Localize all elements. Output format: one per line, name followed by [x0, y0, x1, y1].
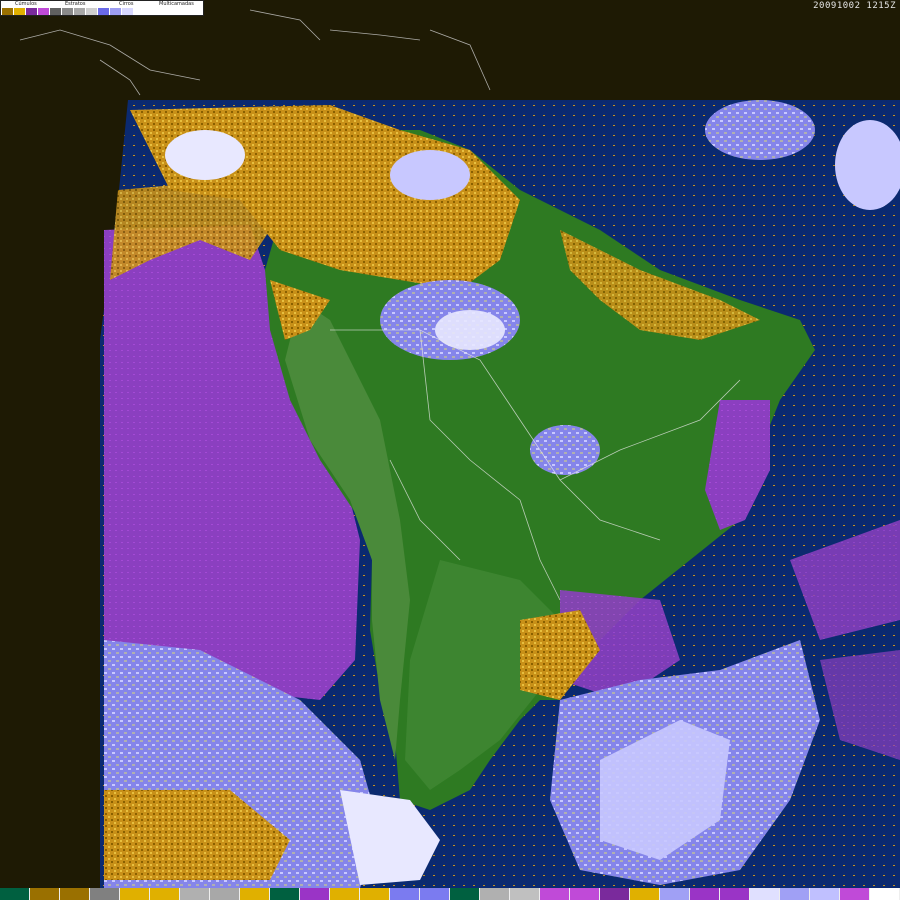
- scale-swatch: [750, 888, 780, 900]
- legend-swatch: [2, 8, 14, 15]
- legend-swatch: [26, 8, 38, 15]
- legend-swatches: [2, 8, 146, 15]
- scale-swatch: [720, 888, 750, 900]
- satellite-map: [0, 0, 900, 900]
- legend-swatch: [14, 8, 26, 15]
- multilayer-caribbean: [165, 130, 245, 180]
- legend-swatch: [62, 8, 74, 15]
- legend-label-cumulus: Cúmulos: [15, 1, 37, 7]
- scale-swatch: [270, 888, 300, 900]
- legend-swatch: [50, 8, 62, 15]
- scale-swatch: [870, 888, 900, 900]
- scale-swatch: [300, 888, 330, 900]
- scale-swatch: [150, 888, 180, 900]
- multilayer-atlantic-north: [705, 100, 815, 160]
- scale-swatch: [480, 888, 510, 900]
- scale-swatch: [570, 888, 600, 900]
- scale-swatch: [510, 888, 540, 900]
- scale-swatch: [840, 888, 870, 900]
- scale-swatch: [600, 888, 630, 900]
- scale-swatch: [30, 888, 60, 900]
- scale-swatch: [240, 888, 270, 900]
- legend-label-stratus: Estratos: [65, 1, 86, 7]
- scale-swatch: [180, 888, 210, 900]
- color-scale-bar: [0, 888, 900, 900]
- scale-swatch: [120, 888, 150, 900]
- scale-swatch: [360, 888, 390, 900]
- legend-swatch: [122, 8, 134, 15]
- scale-swatch: [60, 888, 90, 900]
- legend-swatch: [74, 8, 86, 15]
- scale-swatch: [540, 888, 570, 900]
- legend-swatch: [134, 8, 146, 15]
- scale-swatch: [210, 888, 240, 900]
- legend-label-cirrus: Cirros: [119, 1, 134, 7]
- scale-swatch: [690, 888, 720, 900]
- legend-swatch: [110, 8, 122, 15]
- scale-swatch: [660, 888, 690, 900]
- multilayer-guianas: [390, 150, 470, 200]
- scale-swatch: [810, 888, 840, 900]
- scale-swatch: [630, 888, 660, 900]
- legend-label-multilayer: Multicamadas: [159, 1, 194, 7]
- scale-swatch: [420, 888, 450, 900]
- scale-swatch: [390, 888, 420, 900]
- scale-swatch: [90, 888, 120, 900]
- cirrus-central-brazil: [530, 425, 600, 475]
- legend-swatch: [86, 8, 98, 15]
- cloud-type-legend: Cúmulos Estratos Cirros Multicamadas: [0, 0, 204, 16]
- timestamp-label: 20091002 1215Z: [813, 1, 896, 11]
- legend-swatch: [98, 8, 110, 15]
- scale-swatch: [0, 888, 30, 900]
- multilayer-amazon: [435, 310, 505, 350]
- legend-swatch: [38, 8, 50, 15]
- scale-swatch: [450, 888, 480, 900]
- scale-swatch: [330, 888, 360, 900]
- scale-swatch: [780, 888, 810, 900]
